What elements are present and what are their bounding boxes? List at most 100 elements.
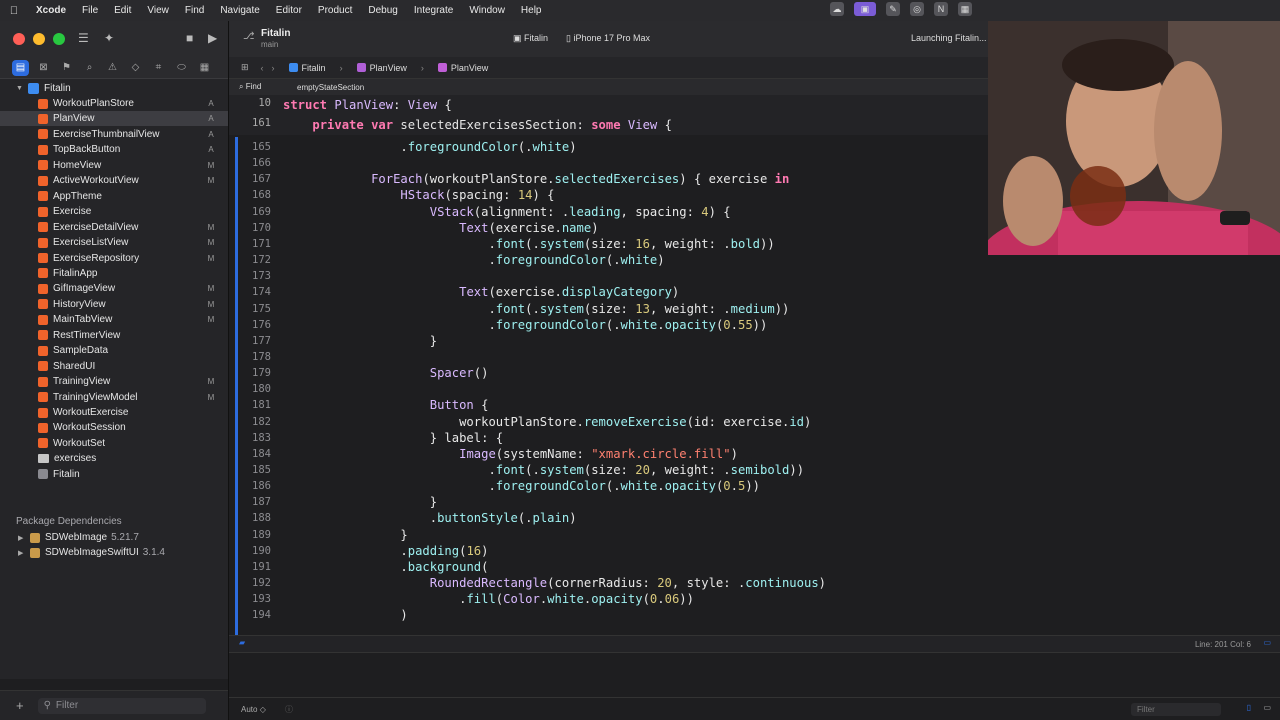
run-icon[interactable]: ▶ (208, 31, 217, 45)
vpn-icon[interactable]: ◎ (910, 2, 924, 16)
grid-icon[interactable]: ▦ (958, 2, 972, 16)
report-navigator-icon[interactable]: ▦ (196, 60, 213, 76)
nav-file-item[interactable]: ExerciseThumbnailView A (0, 127, 228, 142)
variables-view-icon[interactable]: ▯ (1247, 703, 1251, 712)
nav-file-item[interactable]: HistoryView M (0, 297, 228, 312)
code-text: Image(systemName: "xmark.circle.fill") (459, 446, 738, 461)
nav-file-name: ExerciseDetailView (53, 221, 139, 233)
bookmark-icon[interactable]: ⚑ (58, 60, 75, 76)
add-icon[interactable]: + (16, 698, 24, 713)
nav-file-item[interactable]: HomeView M (0, 158, 228, 173)
nav-file-item[interactable]: ExerciseRepository M (0, 251, 228, 266)
test-navigator-icon[interactable]: ◇ (127, 60, 144, 76)
nav-file-item[interactable]: exercises (0, 451, 228, 466)
nav-package-sdwebimage[interactable]: ▶ SDWebImage 5.21.7 (0, 530, 228, 545)
nav-file-name: ExerciseRepository (53, 252, 140, 264)
nav-file-item[interactable]: Fitalin (0, 467, 228, 482)
nav-file-item[interactable]: GifImageView M (0, 281, 228, 296)
debug-toggle-icon[interactable]: ▰ (239, 638, 245, 647)
breadcrumb-project[interactable]: Fitalin (288, 63, 326, 73)
nav-file-item[interactable]: WorkoutExercise (0, 405, 228, 420)
nav-file-item[interactable]: PlanView A (0, 111, 228, 127)
pen-icon[interactable]: ✎ (886, 2, 900, 16)
find-query-input[interactable]: emptyStateSection (297, 83, 364, 92)
navigator-filter-input[interactable]: ⚲ Filter (37, 697, 206, 714)
nav-file-item[interactable]: AppTheme (0, 189, 228, 204)
nav-file-item[interactable]: RestTimerView (0, 328, 228, 343)
nav-file-name: GifImageView (53, 283, 116, 295)
disclosure-closed-icon[interactable]: ▶ (18, 549, 28, 557)
forward-icon[interactable]: › (272, 63, 275, 73)
minimize-window-button[interactable] (33, 33, 45, 45)
sidebar-toggle-icon[interactable]: ☰ (78, 31, 89, 45)
debug-navigator-icon[interactable]: ⌗ (150, 60, 167, 76)
nav-file-item[interactable]: SharedUI (0, 359, 228, 374)
find-label[interactable]: ⌕ Find (239, 82, 297, 92)
breadcrumb-file[interactable]: PlanView (356, 63, 407, 73)
nav-package-sdwebimageswiftui[interactable]: ▶ SDWebImageSwiftUI 3.1.4 (0, 545, 228, 560)
nav-root-project[interactable]: ▼ Fitalin (0, 81, 228, 96)
variables-scope-select[interactable]: Auto ◇ (241, 705, 266, 714)
sparkle-icon[interactable]: ✦ (104, 31, 114, 45)
menu-view[interactable]: View (139, 5, 177, 16)
project-navigator-icon[interactable]: ▤ (12, 59, 29, 76)
menu-help[interactable]: Help (513, 5, 550, 16)
related-items-icon[interactable]: ⊞ (241, 62, 249, 73)
project-title[interactable]: Fitalin (261, 28, 290, 39)
menu-editor[interactable]: Editor (268, 5, 310, 16)
nav-file-item[interactable]: SampleData (0, 343, 228, 358)
nav-file-item[interactable]: WorkoutPlanStore A (0, 96, 228, 111)
nav-file-item[interactable]: MainTabView M (0, 312, 228, 327)
apple-icon[interactable]:  (0, 5, 28, 17)
menu-file[interactable]: File (74, 5, 106, 16)
disclosure-open-icon[interactable]: ▼ (16, 85, 26, 92)
run-destination[interactable]: ▯ iPhone 17 Pro Max (566, 33, 650, 44)
nav-file-item[interactable]: TopBackButton A (0, 142, 228, 157)
nav-file-name: TrainingView (53, 376, 111, 388)
scheme-selector[interactable]: ▣ Fitalin ▯ iPhone 17 Pro Max (513, 33, 650, 44)
sticky-code-text: struct PlanView: View { (283, 98, 452, 112)
menu-integrate[interactable]: Integrate (406, 5, 461, 16)
nav-file-item[interactable]: FitalinApp (0, 266, 228, 281)
code-text: VStack(alignment: .leading, spacing: 4) … (429, 204, 731, 219)
nav-file-name: ExerciseThumbnailView (53, 128, 160, 140)
swift-file-icon (38, 469, 48, 480)
source-control-badge: M (207, 176, 215, 186)
menu-product[interactable]: Product (310, 5, 360, 16)
source-control-icon[interactable]: ⊠ (35, 60, 52, 76)
nav-file-item[interactable]: Exercise (0, 204, 228, 219)
stop-icon[interactable]: ■ (186, 31, 193, 45)
source-control-badge: M (207, 299, 215, 309)
menu-window[interactable]: Window (461, 5, 513, 16)
menu-debug[interactable]: Debug (360, 5, 405, 16)
nav-file-item[interactable]: TrainingView M (0, 374, 228, 389)
recording-icon[interactable]: ▣ (854, 2, 876, 16)
source-control-badge: A (208, 99, 214, 108)
console-view-icon[interactable]: ▭ (1263, 703, 1271, 712)
info-icon[interactable]: ⓘ (285, 704, 293, 715)
close-window-button[interactable] (13, 33, 25, 45)
menu-app[interactable]: Xcode (28, 5, 74, 16)
zoom-window-button[interactable] (53, 33, 65, 45)
disclosure-closed-icon[interactable]: ▶ (18, 534, 28, 542)
nav-file-item[interactable]: ActiveWorkoutView M (0, 173, 228, 188)
menu-find[interactable]: Find (177, 5, 212, 16)
n-icon[interactable]: N (934, 2, 948, 16)
panel-toggle-icon[interactable]: ▭ (1263, 638, 1271, 647)
package-dependencies-header: Package Dependencies (16, 516, 122, 527)
cloud-icon[interactable]: ☁ (830, 2, 844, 16)
console-filter-input[interactable]: Filter (1131, 703, 1221, 716)
find-navigator-icon[interactable]: ⌕ (81, 60, 98, 76)
menu-edit[interactable]: Edit (106, 5, 139, 16)
breadcrumb-symbol[interactable]: PlanView (437, 63, 488, 73)
menu-navigate[interactable]: Navigate (212, 5, 267, 16)
scheme-name[interactable]: ▣ Fitalin (513, 33, 548, 44)
breakpoint-navigator-icon[interactable]: ⬭ (173, 60, 190, 76)
nav-file-item[interactable]: WorkoutSession (0, 420, 228, 435)
nav-file-item[interactable]: ExerciseDetailView M (0, 220, 228, 235)
back-icon[interactable]: ‹ (261, 63, 264, 73)
nav-file-item[interactable]: TrainingViewModel M (0, 390, 228, 405)
nav-file-item[interactable]: WorkoutSet (0, 436, 228, 451)
nav-file-item[interactable]: ExerciseListView M (0, 235, 228, 250)
issue-navigator-icon[interactable]: ⚠ (104, 60, 121, 76)
